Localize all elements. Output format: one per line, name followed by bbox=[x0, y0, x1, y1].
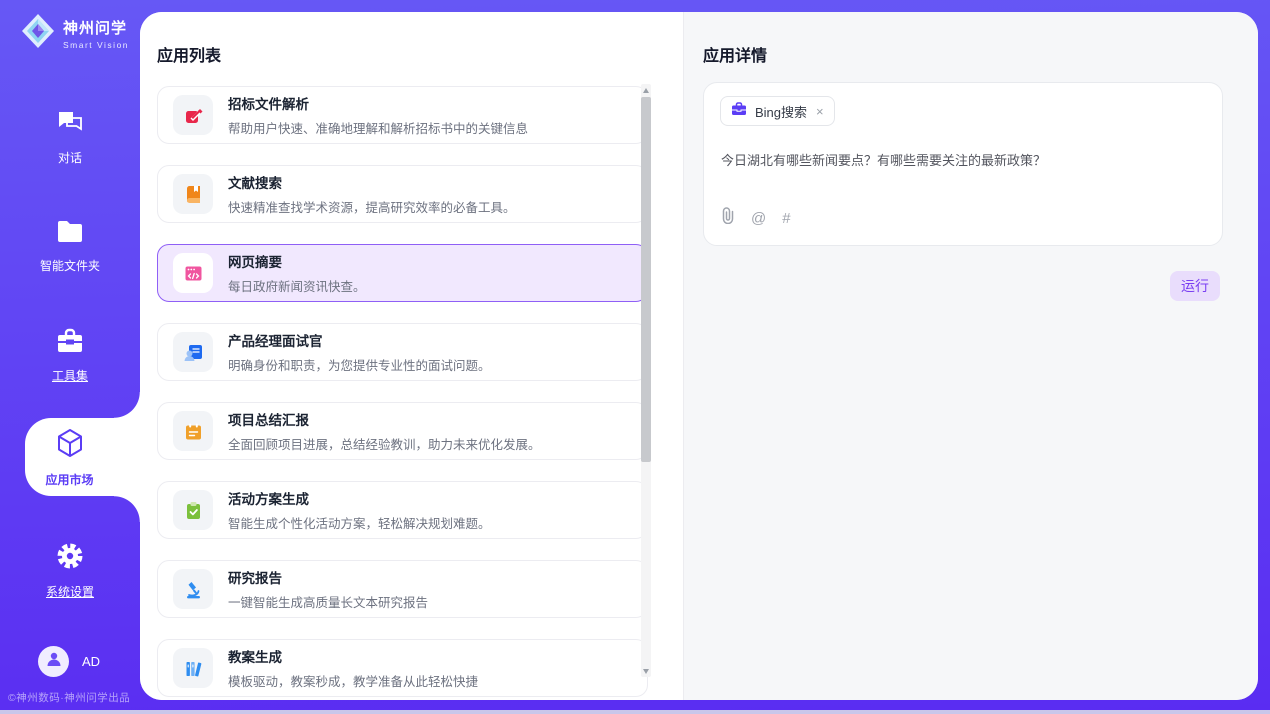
app-list-title: 应用列表 bbox=[157, 42, 221, 66]
app-card-bid-analysis[interactable]: 招标文件解析 帮助用户快速、准确地理解和解析招标书中的关键信息 bbox=[157, 86, 648, 144]
sidebar-item-toolbox[interactable]: 工具集 bbox=[0, 328, 140, 384]
app-card-desc: 智能生成个性化活动方案，轻松解决规划难题。 bbox=[228, 513, 491, 532]
attachment-icon[interactable] bbox=[721, 207, 735, 229]
app-card-desc: 一键智能生成高质量长文本研究报告 bbox=[228, 592, 428, 611]
app-card-title: 文献搜索 bbox=[228, 172, 516, 192]
scroll-down-arrow-icon[interactable] bbox=[641, 665, 651, 677]
gear-icon bbox=[56, 542, 84, 575]
app-card-web-summary[interactable]: 网页摘要 每日政府新闻资讯快查。 bbox=[157, 244, 648, 302]
bottom-edge-strip bbox=[0, 710, 1270, 714]
mention-icon[interactable]: @ bbox=[751, 211, 766, 226]
main-panel: 应用列表 招标文件解析 帮助用户快速、准确地理解和解析招标书中的关键信息 bbox=[140, 12, 1258, 700]
briefcase-icon bbox=[731, 102, 747, 121]
sidebar-item-app-market[interactable]: 应用市场 bbox=[25, 418, 140, 496]
app-card-title: 教案生成 bbox=[228, 646, 478, 666]
app-list-panel: 应用列表 招标文件解析 帮助用户快速、准确地理解和解析招标书中的关键信息 bbox=[140, 12, 683, 700]
edit-document-icon bbox=[173, 95, 213, 135]
calendar-icon bbox=[173, 411, 213, 451]
app-detail-title: 应用详情 bbox=[703, 42, 767, 66]
app-list-scrollbar[interactable] bbox=[641, 84, 651, 677]
app-card-research-report[interactable]: 研究报告 一键智能生成高质量长文本研究报告 bbox=[157, 560, 648, 618]
avatar bbox=[38, 646, 69, 677]
app-card-pm-interviewer[interactable]: 产品经理面试官 明确身份和职责，为您提供专业性的面试问题。 bbox=[157, 323, 648, 381]
gem-diamond-icon bbox=[20, 12, 56, 55]
app-card-project-report[interactable]: 项目总结汇报 全面回顾项目进展，总结经验教训，助力未来优化发展。 bbox=[157, 402, 648, 460]
book-icon bbox=[173, 174, 213, 214]
user-account[interactable]: AD bbox=[38, 646, 100, 677]
app-card-list: 招标文件解析 帮助用户快速、准确地理解和解析招标书中的关键信息 文献搜索 快速精… bbox=[157, 86, 648, 697]
sidebar-item-label: 系统设置 bbox=[46, 583, 94, 600]
user-name: AD bbox=[82, 654, 100, 669]
app-card-desc: 每日政府新闻资讯快查。 bbox=[228, 276, 366, 295]
tool-chip-label: Bing搜索 bbox=[755, 102, 807, 121]
clipboard-check-icon bbox=[173, 490, 213, 530]
hashtag-icon[interactable]: # bbox=[782, 211, 790, 226]
app-card-title: 招标文件解析 bbox=[228, 93, 528, 113]
app-card-desc: 帮助用户快速、准确地理解和解析招标书中的关键信息 bbox=[228, 118, 528, 137]
sidebar-item-label: 工具集 bbox=[52, 367, 88, 384]
close-icon[interactable]: × bbox=[816, 104, 824, 119]
prompt-input[interactable]: 今日湖北有哪些新闻要点？有哪些需要关注的最新政策？ bbox=[721, 151, 1206, 171]
sidebar-item-chat[interactable]: 对话 bbox=[0, 110, 140, 166]
app-card-activity-plan[interactable]: 活动方案生成 智能生成个性化活动方案，轻松解决规划难题。 bbox=[157, 481, 648, 539]
chat-icon bbox=[56, 110, 84, 141]
sidebar-item-label: 应用市场 bbox=[45, 471, 93, 488]
toolbox-icon bbox=[56, 328, 84, 359]
app-card-title: 网页摘要 bbox=[228, 251, 366, 271]
interview-icon bbox=[173, 332, 213, 372]
copyright-footer: ©神州数码·神州问学出品 bbox=[8, 690, 130, 705]
microscope-icon bbox=[173, 569, 213, 609]
app-card-literature-search[interactable]: 文献搜索 快速精准查找学术资源，提高研究效率的必备工具。 bbox=[157, 165, 648, 223]
app-card-title: 项目总结汇报 bbox=[228, 409, 541, 429]
app-card-title: 活动方案生成 bbox=[228, 488, 491, 508]
sidebar-item-smart-folder[interactable]: 智能文件夹 bbox=[0, 220, 140, 274]
browser-code-icon bbox=[173, 253, 213, 293]
scroll-up-arrow-icon[interactable] bbox=[641, 84, 651, 96]
app-card-desc: 全面回顾项目进展，总结经验教训，助力未来优化发展。 bbox=[228, 434, 541, 453]
books-icon bbox=[173, 648, 213, 688]
app-card-lesson-plan[interactable]: 教案生成 模板驱动，教案秒成，教学准备从此轻松快捷 bbox=[157, 639, 648, 697]
prompt-card: Bing搜索 × 今日湖北有哪些新闻要点？有哪些需要关注的最新政策？ @ # bbox=[703, 82, 1223, 246]
folder-icon bbox=[56, 220, 84, 249]
tool-chip-bing-search[interactable]: Bing搜索 × bbox=[720, 96, 835, 126]
brand-name: 神州问学 bbox=[63, 17, 129, 38]
scrollbar-thumb[interactable] bbox=[641, 97, 651, 462]
app-card-desc: 模板驱动，教案秒成，教学准备从此轻松快捷 bbox=[228, 671, 478, 690]
app-card-desc: 快速精准查找学术资源，提高研究效率的必备工具。 bbox=[228, 197, 516, 216]
sidebar-item-label: 智能文件夹 bbox=[40, 257, 100, 274]
app-card-desc: 明确身份和职责，为您提供专业性的面试问题。 bbox=[228, 355, 491, 374]
user-avatar-icon bbox=[45, 650, 63, 673]
app-card-title: 研究报告 bbox=[228, 567, 428, 587]
brand-subtitle: Smart Vision bbox=[63, 40, 129, 50]
app-detail-panel: 应用详情 Bing搜索 × 今日湖北有哪些新闻要点？有哪些需要关注的最新政策？ bbox=[683, 12, 1258, 700]
app-logo: 神州问学 Smart Vision bbox=[20, 12, 129, 55]
run-button[interactable]: 运行 bbox=[1170, 271, 1220, 301]
app-card-title: 产品经理面试官 bbox=[228, 330, 491, 350]
sidebar-item-label: 对话 bbox=[58, 149, 82, 166]
sidebar-item-settings[interactable]: 系统设置 bbox=[0, 542, 140, 600]
sidebar: 神州问学 Smart Vision 对话 智能文件夹 工具集 bbox=[0, 0, 140, 714]
cube-icon bbox=[55, 427, 85, 464]
composer-toolbar: @ # bbox=[721, 207, 791, 229]
